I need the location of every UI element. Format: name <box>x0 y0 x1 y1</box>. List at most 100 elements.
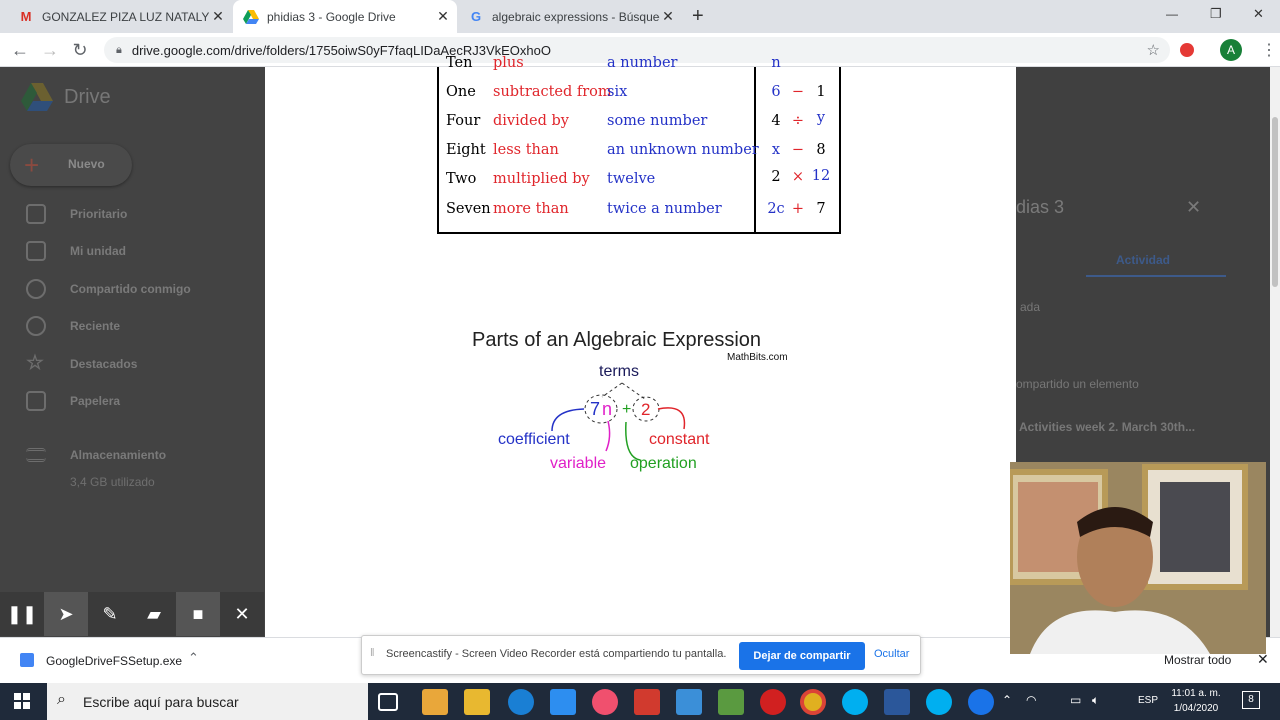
itunes-icon[interactable] <box>592 689 618 715</box>
table-cell-expr: 4 <box>771 113 781 129</box>
variable-n: n <box>602 399 613 419</box>
volume-icon[interactable]: 🔈︎ <box>1092 693 1099 708</box>
taskbar-search[interactable]: ⌕ Escribe aquí para buscar <box>47 683 368 720</box>
table-cell-operation: less than <box>493 142 559 158</box>
tab-strip: M GONZALEZ PIZA LUZ NATALY DC ✕ phidias … <box>0 0 1280 33</box>
tab-title: algebraic expressions - Búsqueda <box>492 9 660 24</box>
language-indicator[interactable]: ESP <box>1138 695 1158 706</box>
chevron-up-icon[interactable]: ⌃ <box>188 650 199 666</box>
edge-icon[interactable] <box>508 689 534 715</box>
sidebar-item-shared[interactable]: Compartido conmigo <box>0 270 191 307</box>
table-cell-expr: − <box>791 84 805 100</box>
close-tab-icon[interactable]: ✕ <box>210 8 226 25</box>
gmail-icon: M <box>20 9 32 24</box>
check-square-icon <box>26 203 46 224</box>
reload-icon[interactable]: ↻ <box>65 33 95 67</box>
tab-search[interactable]: G algebraic expressions - Búsqueda ✕ <box>458 0 682 33</box>
close-window-button[interactable]: ✕ <box>1253 6 1264 22</box>
table-cell-expr: 6 <box>771 84 781 100</box>
minimize-button[interactable]: — <box>1166 7 1178 21</box>
avatar[interactable]: A <box>1220 39 1242 61</box>
word-icon[interactable] <box>884 689 910 715</box>
tab-activity[interactable]: Actividad <box>1116 253 1170 267</box>
chevron-up-icon[interactable]: ⌃ <box>1002 693 1012 707</box>
my-drive-icon <box>26 240 46 261</box>
network-icon[interactable]: ◠ <box>1026 693 1036 707</box>
show-all-button[interactable]: Mostrar todo <box>1164 653 1231 667</box>
battery-icon[interactable]: ▭ <box>1070 693 1081 707</box>
star-icon[interactable]: ☆ <box>1147 41 1160 59</box>
mail-icon[interactable] <box>676 689 702 715</box>
table-row: Four divided by some number 4 ÷ y <box>439 110 839 142</box>
opera-icon[interactable] <box>760 689 786 715</box>
table-cell-word: Ten <box>446 55 473 71</box>
download-filename[interactable]: GoogleDriveFSSetup.exe <box>46 654 182 668</box>
menu-icon[interactable]: ⋮ <box>1261 40 1277 60</box>
sidebar-item-starred[interactable]: ☆ Destacados <box>0 345 137 382</box>
table-cell-operation: subtracted from <box>493 84 612 100</box>
activity-text: ompartido un elemento <box>1016 377 1139 391</box>
skype-business-icon[interactable] <box>926 689 952 715</box>
skype-icon[interactable] <box>842 689 868 715</box>
scrollbar-thumb[interactable] <box>1272 117 1278 287</box>
drive-icon <box>243 9 259 25</box>
storage-used: 3,4 GB utilizado <box>70 475 155 489</box>
search-icon: ⌕ <box>57 691 66 708</box>
star-icon: ☆ <box>26 351 44 374</box>
table-cell-operand: twice a number <box>607 201 722 217</box>
help-icon[interactable] <box>968 689 994 715</box>
eraser-icon[interactable]: ▰ <box>132 592 176 636</box>
constant-2: 2 <box>641 400 651 419</box>
app-name: Drive <box>64 86 111 108</box>
hide-button[interactable]: Ocultar <box>874 648 909 660</box>
close-icon[interactable]: ✕ <box>220 592 264 636</box>
camera-icon[interactable]: ■ <box>176 592 220 636</box>
drag-handle-icon[interactable]: ‖ <box>370 647 375 659</box>
store-icon[interactable] <box>422 689 448 715</box>
wps-icon[interactable] <box>634 689 660 715</box>
file-explorer-icon[interactable] <box>464 689 490 715</box>
pause-icon[interactable]: ❚❚ <box>0 592 44 636</box>
task-view-icon[interactable] <box>378 693 398 711</box>
pen-icon[interactable]: ✎ <box>88 592 132 636</box>
new-tab-button[interactable]: + <box>692 5 704 28</box>
sidebar-item-priority[interactable]: Prioritario <box>0 195 127 232</box>
clock-date: 1/04/2020 <box>1173 703 1219 714</box>
windows-taskbar: ⌕ Escribe aquí para buscar ⌃ ◠ ▭ 🔈︎ ESP … <box>0 683 1280 720</box>
drive-logo-icon <box>20 83 54 111</box>
activity-file[interactable]: Activities week 2. March 30th... <box>1019 420 1195 434</box>
dropbox-icon[interactable] <box>550 689 576 715</box>
people-icon <box>26 278 46 299</box>
maximize-button[interactable]: ❐ <box>1210 6 1222 22</box>
stop-sharing-button[interactable]: Dejar de compartir <box>739 642 865 670</box>
screen-share-banner: ‖ Screencastify - Screen Video Recorder … <box>361 635 921 675</box>
cursor-icon[interactable]: ➤ <box>44 592 88 636</box>
table-cell-expr: + <box>791 201 805 217</box>
windows-start-icon[interactable] <box>14 693 30 709</box>
label-coefficient: coefficient <box>498 431 570 448</box>
tab-drive[interactable]: phidias 3 - Google Drive ✕ <box>233 0 457 33</box>
table-cell-expr: − <box>791 142 805 158</box>
scrollbar[interactable] <box>1270 67 1280 637</box>
translation-table: Ten plus a number n One subtracted from … <box>437 55 841 234</box>
lock-icon: 🔒︎ <box>116 43 122 56</box>
close-tab-icon[interactable]: ✕ <box>660 8 676 25</box>
sidebar-item-recent[interactable]: Reciente <box>0 307 120 344</box>
back-icon[interactable]: ← <box>5 33 35 67</box>
sidebar-item-my-drive[interactable]: Mi unidad <box>0 232 126 269</box>
table-cell-word: Two <box>446 171 477 187</box>
clock[interactable]: 11:01 a. m. 1/04/2020 <box>1166 686 1226 716</box>
close-tab-icon[interactable]: ✕ <box>435 8 451 25</box>
forward-icon[interactable]: → <box>35 33 65 67</box>
close-icon[interactable]: ✕ <box>1186 197 1201 218</box>
app-icon[interactable] <box>718 689 744 715</box>
label-terms: terms <box>599 363 639 380</box>
table-cell-expr: x <box>771 142 781 158</box>
sidebar-item-trash[interactable]: Papelera <box>0 382 120 419</box>
new-button[interactable]: + Nuevo <box>10 144 132 186</box>
screencastify-icon[interactable] <box>1180 43 1194 57</box>
tab-gmail[interactable]: M GONZALEZ PIZA LUZ NATALY DC ✕ <box>8 0 232 33</box>
sidebar-item-storage[interactable]: Almacenamiento <box>0 436 166 473</box>
chrome-icon[interactable] <box>800 689 826 715</box>
notifications-icon[interactable]: 8 <box>1242 691 1260 709</box>
